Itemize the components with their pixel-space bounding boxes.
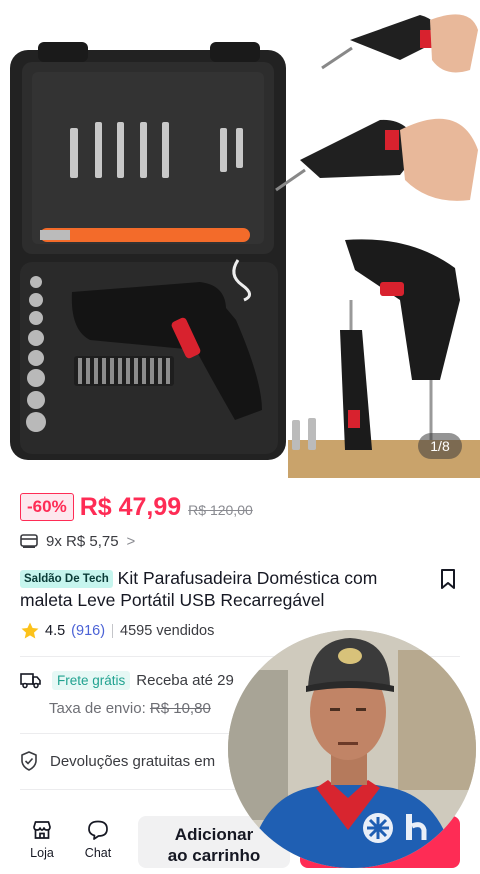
current-price: R$ 47,99 <box>79 492 182 521</box>
card-icon <box>20 534 38 548</box>
chat-button[interactable]: Chat <box>76 818 120 860</box>
product-title: Saldão De Tech Kit Parafusadeira Domésti… <box>20 567 420 611</box>
divider <box>112 624 114 638</box>
rating-row[interactable]: 4.5 (916) 4595 vendidos <box>20 620 214 642</box>
seller-tag[interactable]: Saldão De Tech <box>20 570 113 588</box>
product-image <box>10 0 480 478</box>
shop-button[interactable]: Loja <box>20 818 64 860</box>
truck-icon <box>20 673 41 689</box>
rating-value: 4.5 <box>45 623 66 639</box>
chevron-right-icon: > <box>126 532 136 550</box>
chat-icon <box>88 820 108 840</box>
product-image-gallery[interactable]: 1/8 <box>0 0 480 480</box>
shipping-fee-old: R$ 10,80 <box>149 700 211 717</box>
shop-icon <box>33 821 51 839</box>
shipping-row[interactable]: Frete grátis Receba até 29 <box>20 668 234 692</box>
free-shipping-badge: Frete grátis <box>52 670 131 690</box>
presenter-video <box>228 630 476 868</box>
sold-count: 4595 vendidos <box>120 623 215 639</box>
delivery-estimate: Receba até 29 <box>136 671 234 689</box>
chat-label: Chat <box>84 846 112 860</box>
star-icon <box>21 622 39 639</box>
returns-text: Devoluções gratuitas em <box>50 752 216 770</box>
installments-row[interactable]: 9x R$ 5,75 > <box>20 530 135 552</box>
original-price: R$ 120,00 <box>188 502 253 518</box>
shield-check-icon <box>21 751 37 771</box>
shipping-fee: Taxa de envio: R$ 10,80 <box>49 700 211 717</box>
shop-label: Loja <box>30 846 54 860</box>
shipping-fee-label: Taxa de envio: <box>49 700 150 717</box>
installments-text: 9x R$ 5,75 <box>46 532 119 550</box>
floating-video-bubble[interactable] <box>228 630 476 868</box>
bookmark-icon[interactable] <box>438 568 458 590</box>
returns-row[interactable]: Devoluções gratuitas em <box>20 749 215 773</box>
image-counter: 1/8 <box>418 433 462 459</box>
rating-count[interactable]: (916) <box>71 623 105 639</box>
discount-badge: -60% <box>20 493 74 521</box>
price-row: -60% R$ 47,99 R$ 120,00 <box>20 492 253 522</box>
